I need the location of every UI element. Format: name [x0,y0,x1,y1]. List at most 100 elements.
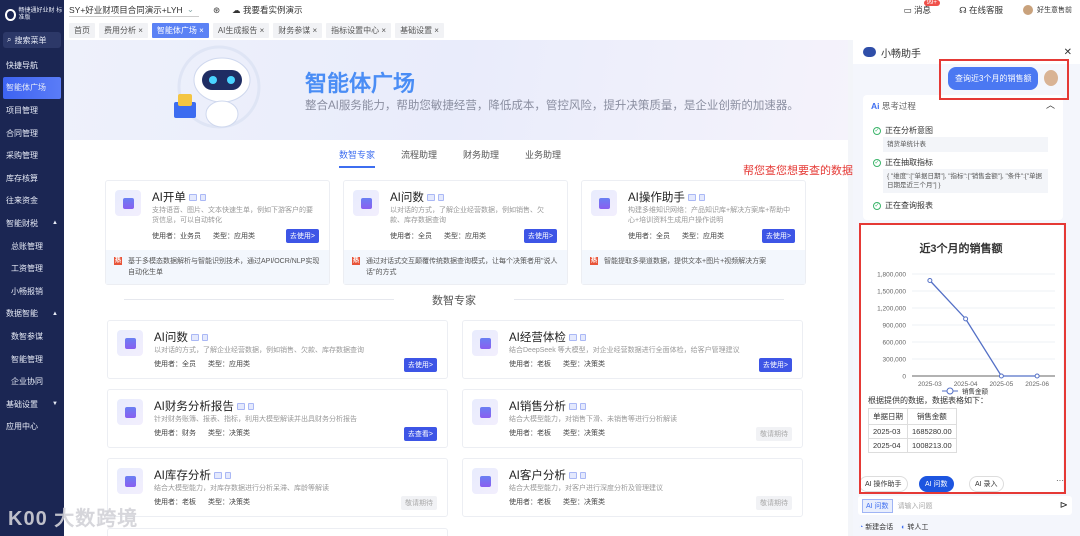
human-agent-button[interactable]: ◐ 转人工 [901,522,928,532]
thinking-header[interactable]: Ai 思考过程 [871,100,916,112]
agent-action-button[interactable]: 去查看> [403,427,437,441]
result-intro: 根据提供的数据，数据表格如下： [868,396,988,405]
more-button[interactable]: ··· [1056,476,1064,485]
agent-action-button[interactable]: 去使用> [403,358,437,372]
chevron-up-icon[interactable]: ︿ [1046,98,1055,111]
sidebar-item[interactable]: 基础设置 ▼ [0,393,64,416]
sidebar-item[interactable]: 快捷导航 [0,54,64,77]
search-menu-button[interactable]: ⌕ 搜索菜单 [3,32,61,48]
input-placeholder: 请输入问题 [897,502,933,510]
service-button[interactable]: ☊ 在线客服 [959,4,1003,16]
sidebar-item-label: 基础设置 [6,399,38,409]
sidebar-item[interactable]: 采购管理 [0,144,64,167]
agent-action-button[interactable]: 去使用> [761,229,795,243]
question-input[interactable]: AI 问数 请输入问题 ⊳ [858,496,1072,515]
sidebar-item-label: 库存核算 [6,173,38,183]
sidebar-item[interactable]: 项目管理 [0,99,64,122]
project-select[interactable]: SY+好业财项目合同演示+LYH ⌄ [69,4,199,17]
demo-link[interactable]: ☁ 我要看实例演示 [232,4,302,16]
hot-icon: 热 [352,257,360,265]
sidebar-item[interactable]: 工资管理 [0,257,64,280]
sidebar-item[interactable]: 智能财税 ▲ [0,212,64,235]
sidebar-item-label: 数据智能 [6,309,38,319]
new-chat-button[interactable]: ◔ 新建会话 [859,522,893,532]
step-label: 正在抽取指标 [885,158,933,167]
agent-title: AI经营体检 [509,329,586,345]
settings-icon[interactable]: ⊛ [213,5,220,16]
page-tab[interactable]: 智能体广场 × [151,22,209,38]
send-icon[interactable]: ⊳ [1060,500,1068,511]
sidebar-item[interactable]: 智能体广场 [3,76,61,100]
sidebar-item[interactable]: 库存核算 [0,167,64,190]
messages-button[interactable]: ▭ 消息 99+ [904,0,940,16]
agent-action-button[interactable]: 去使用> [523,229,557,243]
mode-chip[interactable]: AI 问数 [919,476,954,492]
table-header-row: 单据日期 销售金额 [868,408,957,425]
sidebar-item[interactable]: 数智参谋 [0,325,64,348]
check-icon: ✓ [873,126,881,135]
chart-title: 近3个月的销售额 [919,241,1002,255]
thinking-panel: Ai 思考过程 ︿ ✓ 正在分析意图 销货单统计表 ✓ 正在抽取指标 { "维度":… [863,95,1063,220]
agent-desc: 以对话的方式，了解企业经营数据，例如销售、欠款、库存数据查询 [390,207,544,224]
agent-desc: 结合DeepSeek 等大模型，对企业经营数据进行全面体检，给客户管理建议 [509,347,740,354]
sidebar-item[interactable]: 智能管理 [0,348,64,371]
mode-chip[interactable]: AI 操作助手 [859,476,908,492]
agent-card: AI经营体检 结合DeepSeek 等大模型，对企业经营数据进行全面体检，给客户… [462,320,803,379]
page-tab[interactable]: 指标设置中心 × [326,22,392,38]
step: ✓ 正在抽取指标 [873,157,933,168]
category-tab[interactable]: 财务助理 [463,148,499,168]
input-mode-tag[interactable]: AI 问数 [862,498,893,513]
data-point[interactable] [1034,373,1040,379]
legend-label: 销售金额 [962,387,989,396]
agent-action-button[interactable]: 敬请期待 [756,496,792,510]
desktop-icon [188,193,197,201]
agent-title: AI操作助手 [628,189,705,205]
data-point[interactable] [998,373,1004,379]
page-tab[interactable]: 财务参谋 × [273,22,323,38]
agent-meta: 使用者：老板 类型：决策类 [509,359,605,369]
sidebar-item-label: 智能财税 [6,218,38,228]
sidebar-item[interactable]: 企业协同 [0,370,64,393]
agent-desc: 结合大模型能力，对库存数据进行分析呆滞、库龄等解读 [154,485,329,492]
sidebar-item[interactable]: 总账管理 [0,235,64,258]
sidebar-item[interactable]: 合同管理 [0,122,64,145]
hot-icon: 热 [114,257,122,265]
agent-action-button[interactable]: 敬请期待 [756,427,792,441]
category-tab[interactable]: 业务助理 [525,148,561,168]
agent-type: 类型：决策类 [563,430,605,437]
messages-label: 消息 [914,5,932,15]
sidebar-item-label: 快捷导航 [6,60,38,70]
thinking-title: 思考过程 [881,101,916,111]
sidebar-item-label: 应用中心 [6,422,38,432]
sidebar-item[interactable]: 应用中心 [0,416,64,439]
avatar[interactable] [1023,5,1033,15]
agent-action-button[interactable]: 去使用> [285,229,319,243]
category-tab[interactable]: 流程助理 [401,148,437,168]
category-tab[interactable]: 数智专家 [339,148,376,168]
expand-icon: ▲ [52,220,58,227]
service-label: 在线客服 [968,5,1003,15]
page-tab[interactable]: 首页 [69,22,95,38]
sidebar-item[interactable]: 往来资金 [0,190,64,213]
sidebar-item-label: 数智参谋 [11,331,43,341]
mode-chip[interactable]: AI 录入 [969,476,1004,492]
assistant-title: 小畅助手 [881,48,921,60]
y-tick-label: 0 [902,374,906,381]
user-name[interactable]: 好生意售前 [1037,5,1072,15]
sidebar-item[interactable]: 小畅报销 [0,280,64,303]
desktop-icon [568,333,577,341]
page-tab[interactable]: 费用分析 × [99,22,148,38]
page-tab[interactable]: AI生成报告 × [212,22,270,38]
agent-action-button[interactable]: 去使用> [758,358,792,372]
agent-icon [591,190,617,216]
data-point[interactable] [963,316,969,322]
page-tab[interactable]: 基础设置 × [395,22,444,38]
result-table: 单据日期 销售金额 2025-03 1685280.00 2025-04 1008213.… [868,408,957,453]
sidebar-item[interactable]: 数据智能 ▲ [0,303,64,326]
agent-action-button[interactable]: 敬请期待 [401,496,437,510]
step-label: 正在查询报表 [885,201,933,210]
data-point[interactable] [927,278,933,284]
close-icon[interactable]: ✕ [1064,47,1072,58]
y-tick-label: 300,000 [883,357,907,364]
agent-meta: 使用者：业务员 类型：应用类 [152,231,255,241]
